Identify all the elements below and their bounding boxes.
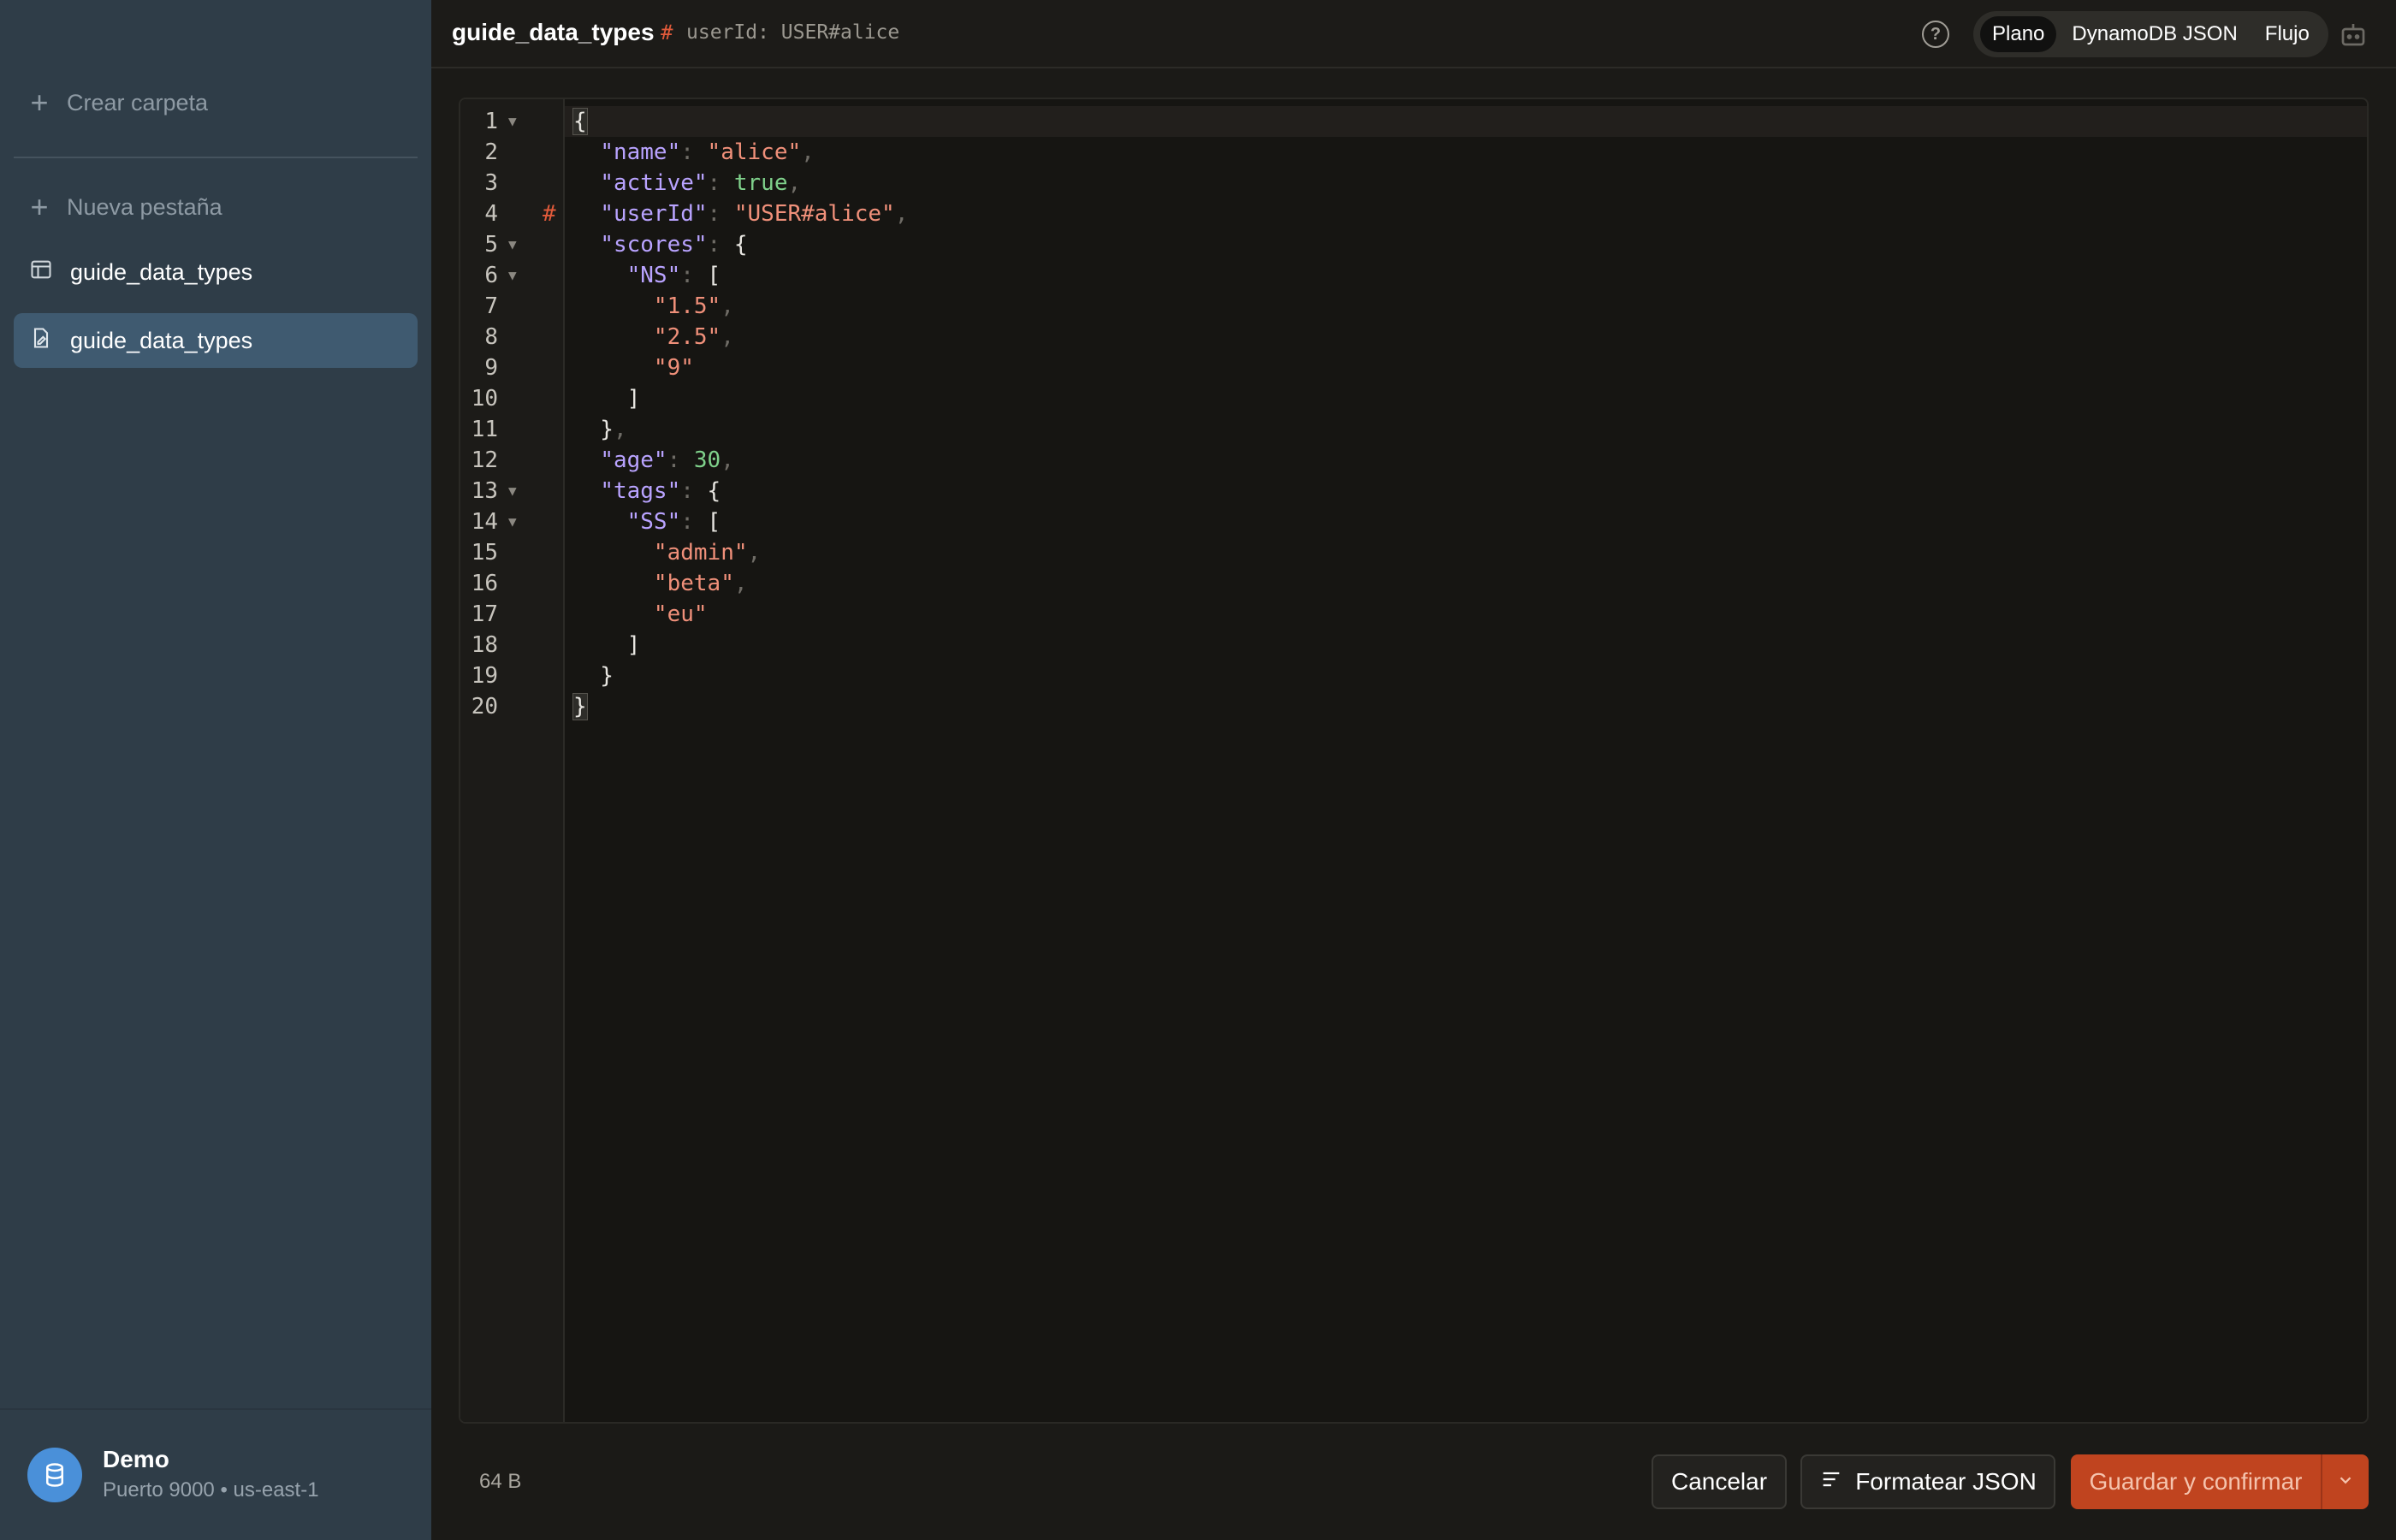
line-number: 2 xyxy=(484,139,498,165)
line-number: 1 xyxy=(484,109,498,134)
code-line: "admin", xyxy=(653,540,762,566)
format-json-button[interactable]: Formatear JSON xyxy=(1800,1454,2055,1509)
line-number: 11 xyxy=(471,417,498,442)
database-icon xyxy=(27,1448,82,1502)
help-icon[interactable]: ? xyxy=(1922,21,1949,48)
code-line: ] xyxy=(573,386,641,412)
chevron-down-icon xyxy=(2336,1468,2355,1496)
line-number: 4 xyxy=(484,201,498,227)
create-folder-button[interactable]: + Crear carpeta xyxy=(27,81,208,124)
new-tab-button[interactable]: + Nueva pestaña xyxy=(27,186,222,228)
editor-header: guide_data_types # userId: USER#alice ? … xyxy=(431,0,2396,68)
view-mode-toggle: Plano DynamoDB JSON Flujo xyxy=(1973,11,2328,57)
code-line: "1.5", xyxy=(653,293,734,319)
line-number: 9 xyxy=(484,355,498,381)
line-number: 19 xyxy=(471,663,498,689)
line-number: 15 xyxy=(471,540,498,566)
fold-arrow-icon[interactable]: ▼ xyxy=(508,260,517,291)
code-line: "scores": { xyxy=(600,232,748,258)
cancel-button[interactable]: Cancelar xyxy=(1652,1454,1787,1509)
code-line: "SS": [ xyxy=(626,509,721,535)
page-title: guide_data_types xyxy=(452,19,655,45)
line-number: 10 xyxy=(471,386,498,412)
line-number: 13 xyxy=(471,478,498,504)
fold-arrow-icon[interactable]: ▼ xyxy=(508,229,517,260)
fold-arrow-icon[interactable]: ▼ xyxy=(508,476,517,506)
fold-arrow-icon[interactable]: ▼ xyxy=(508,106,517,137)
plus-icon: + xyxy=(30,189,49,224)
mode-flow[interactable]: Flujo xyxy=(2253,16,2322,52)
code-line: "tags": { xyxy=(600,478,721,504)
line-number: 6 xyxy=(484,263,498,288)
sidebar: + Crear carpeta + Nueva pestaña guide_da… xyxy=(0,0,431,1540)
sidebar-item-table[interactable]: guide_data_types xyxy=(14,245,418,299)
line-number: 5 xyxy=(484,232,498,258)
code-line: "NS": [ xyxy=(626,263,721,288)
save-options-button[interactable] xyxy=(2321,1454,2369,1509)
code-line: "2.5", xyxy=(653,324,734,350)
mode-dynamodb-json[interactable]: DynamoDB JSON xyxy=(2060,16,2249,52)
key-marker-icon: # xyxy=(543,201,556,227)
code-line: "name": "alice", xyxy=(600,139,815,165)
line-number: 18 xyxy=(471,632,498,658)
code-line: { xyxy=(572,108,588,135)
line-number: 14 xyxy=(471,509,498,535)
connection-name: Demo xyxy=(103,1446,169,1472)
code-line: "age": 30, xyxy=(600,447,734,473)
sidebar-item-document[interactable]: guide_data_types xyxy=(14,313,418,368)
line-number: 12 xyxy=(471,447,498,473)
document-edit-icon xyxy=(29,326,53,356)
line-number: 16 xyxy=(471,571,498,596)
line-number: 8 xyxy=(484,324,498,350)
code-line: } xyxy=(573,663,614,689)
align-left-icon xyxy=(1819,1467,1843,1497)
line-number: 20 xyxy=(471,694,498,720)
table-icon xyxy=(29,258,53,287)
sidebar-item-label: guide_data_types xyxy=(70,258,253,285)
format-json-label: Formatear JSON xyxy=(1855,1468,2037,1495)
mode-plain[interactable]: Plano xyxy=(1980,16,2057,52)
item-key-label: userId: USER#alice xyxy=(686,21,900,44)
json-editor[interactable]: 1 ▼ { 2 "name": "alice", 3 "active": true,… xyxy=(459,98,2369,1424)
create-folder-label: Crear carpeta xyxy=(67,89,209,116)
connection-detail: Puerto 9000 • us-east-1 xyxy=(103,1478,319,1502)
code-line: "userId": "USER#alice", xyxy=(600,201,909,227)
robot-icon[interactable] xyxy=(2338,19,2369,50)
line-number: 17 xyxy=(471,601,498,627)
code-line: "active": true, xyxy=(600,170,802,196)
line-number: 7 xyxy=(484,293,498,319)
code-line: "9" xyxy=(653,355,694,381)
code-line: ] xyxy=(573,632,641,658)
sidebar-item-label: guide_data_types xyxy=(70,327,253,353)
line-number: 3 xyxy=(484,170,498,196)
save-commit-button[interactable]: Guardar y confirmar xyxy=(2071,1454,2321,1509)
fold-arrow-icon[interactable]: ▼ xyxy=(508,506,517,537)
code-line: } xyxy=(572,693,588,720)
sidebar-footer-divider xyxy=(0,1408,431,1410)
plus-icon: + xyxy=(30,85,49,120)
hash-icon: # xyxy=(661,21,673,44)
code-line: "beta", xyxy=(653,571,748,596)
sidebar-divider xyxy=(14,157,418,158)
code-line: "eu" xyxy=(653,601,708,627)
code-line: }, xyxy=(573,417,627,442)
item-size: 64 B xyxy=(479,1470,522,1493)
new-tab-label: Nueva pestaña xyxy=(67,193,222,220)
